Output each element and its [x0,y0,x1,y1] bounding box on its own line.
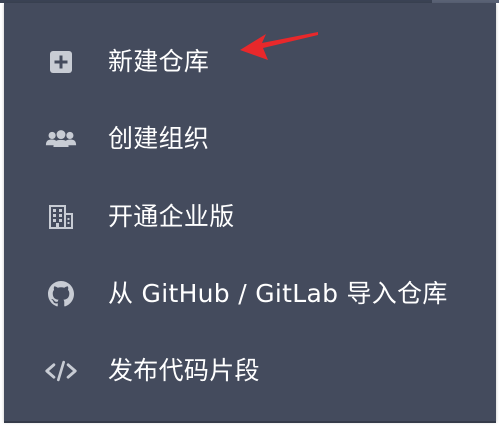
menu-item-label: 创建组织 [108,124,210,153]
create-dropdown-menu: 新建仓库 创建组织 开通企业版 从 GitHub / GitLab 导入仓库 发… [4,3,496,421]
plus-square-icon [45,46,77,78]
page: 新建仓库 创建组织 开通企业版 从 GitHub / GitLab 导入仓库 发… [0,0,499,427]
menu-item-label: 新建仓库 [108,47,210,76]
github-icon [45,278,77,310]
menu-item-label: 发布代码片段 [108,356,260,385]
menu-item-import-repository[interactable]: 从 GitHub / GitLab 导入仓库 [4,256,496,332]
menu-item-create-organization[interactable]: 创建组织 [4,101,496,177]
users-group-icon [45,123,77,155]
menu-item-label: 从 GitHub / GitLab 导入仓库 [108,279,448,308]
menu-item-label: 开通企业版 [108,202,235,231]
menu-bottom-edge [4,421,496,423]
annotation-arrow-icon [240,32,318,60]
building-icon [45,201,77,233]
menu-item-publish-snippet[interactable]: 发布代码片段 [4,333,496,409]
code-icon [45,355,77,387]
menu-item-enterprise[interactable]: 开通企业版 [4,179,496,255]
